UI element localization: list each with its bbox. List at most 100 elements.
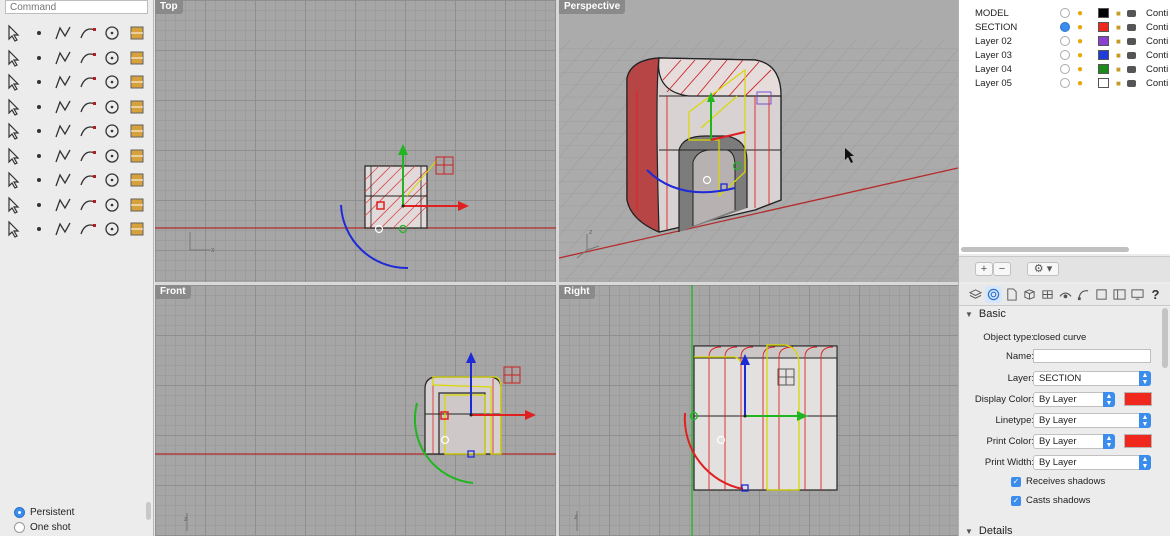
print-icon[interactable] (1127, 23, 1136, 31)
command-input[interactable] (5, 0, 148, 14)
tab-display[interactable] (1129, 286, 1146, 303)
tab-view[interactable] (1093, 286, 1110, 303)
bulb-icon[interactable]: ● (1077, 22, 1083, 33)
mesh-icon[interactable] (3, 194, 25, 216)
cylinder-solid-icon[interactable] (52, 71, 74, 93)
print-icon[interactable] (1127, 51, 1136, 59)
viewport-front[interactable]: z Front (155, 285, 556, 536)
tab-object-properties[interactable] (985, 286, 1002, 303)
fillet-curve-icon[interactable] (52, 47, 74, 69)
trim-icon[interactable] (28, 96, 50, 118)
curve-icon[interactable] (77, 22, 99, 44)
layer-current-radio[interactable] (1060, 22, 1070, 32)
bulb-icon[interactable] (52, 194, 74, 216)
tab-help[interactable]: ? (1147, 286, 1164, 303)
zoom-window-icon[interactable] (28, 169, 50, 191)
freeform-curve-icon[interactable] (77, 47, 99, 69)
layer-color-swatch[interactable] (1098, 78, 1109, 88)
layers-scrollbar[interactable] (961, 247, 1129, 252)
render-icon[interactable] (101, 194, 123, 216)
viewport-title-front[interactable]: Front (155, 285, 191, 299)
tab-mesh[interactable] (1039, 286, 1056, 303)
zoom-selected-icon[interactable] (77, 169, 99, 191)
lock-icon[interactable]: ■ (1116, 65, 1121, 74)
tool-panel-scrollbar[interactable] (146, 502, 151, 520)
layer-edit-icon[interactable] (52, 145, 74, 167)
polyline-icon[interactable] (52, 22, 74, 44)
arc-icon[interactable] (126, 22, 148, 44)
one-shot-option[interactable]: One shot (14, 520, 74, 535)
globe-wire-icon[interactable] (28, 218, 50, 240)
layer-current-radio[interactable] (1060, 78, 1070, 88)
casts-shadows-option[interactable]: ✓ Casts shadows (1011, 495, 1090, 506)
persistent-option[interactable]: Persistent (14, 505, 74, 520)
bulb-icon[interactable]: ● (1077, 50, 1083, 61)
remove-layer-button[interactable]: − (993, 262, 1011, 276)
rectangle-icon[interactable] (3, 47, 25, 69)
one-shot-radio[interactable] (14, 522, 25, 533)
layer-row[interactable]: Layer 03 ● ■ Conti (959, 48, 1170, 62)
layer-color-swatch[interactable] (1098, 64, 1109, 74)
lock-icon[interactable]: ■ (1116, 51, 1121, 60)
grid-array-icon[interactable] (3, 145, 25, 167)
viewport-title-perspective[interactable]: Perspective (559, 0, 626, 14)
blank4-icon[interactable] (126, 218, 148, 240)
sphere-solid-icon[interactable] (28, 71, 50, 93)
point-icon[interactable] (28, 22, 50, 44)
lock-icon[interactable]: ■ (1116, 9, 1121, 18)
print-icon[interactable] (1127, 79, 1136, 87)
layer-row[interactable]: Layer 05 ● ■ Conti (959, 76, 1170, 90)
bucket-icon[interactable] (126, 47, 148, 69)
edit-points-icon[interactable] (101, 47, 123, 69)
display-color-select[interactable]: By Layer ▲ ▼ (1033, 392, 1115, 407)
layer-row[interactable]: Layer 02 ● ■ Conti (959, 34, 1170, 48)
viewport-divider-vertical[interactable] (556, 0, 559, 536)
receives-shadows-option[interactable]: ✓ Receives shadows (1011, 476, 1105, 487)
viewport-title-top[interactable]: Top (155, 0, 183, 14)
tab-document[interactable] (1003, 286, 1020, 303)
rotate-icon[interactable] (101, 96, 123, 118)
blank3-icon[interactable] (101, 218, 123, 240)
globe-icon[interactable] (3, 218, 25, 240)
print-color-select[interactable]: By Layer ▲ ▼ (1033, 434, 1115, 449)
paint-bucket-icon[interactable] (101, 145, 123, 167)
tab-layout[interactable] (1111, 286, 1128, 303)
layer-color-swatch[interactable] (1098, 8, 1109, 18)
add-layer-button[interactable]: + (975, 262, 993, 276)
viewport-perspective[interactable]: z Perspective (559, 0, 958, 282)
shade-icon[interactable] (101, 120, 123, 142)
split-icon[interactable] (3, 96, 25, 118)
lock-icon[interactable]: ■ (1116, 37, 1121, 46)
layer-name[interactable]: MODEL (975, 8, 1009, 19)
globe-shade-icon[interactable] (52, 218, 74, 240)
car-icon[interactable] (101, 169, 123, 191)
checkbox-checked-icon[interactable]: ✓ (1011, 495, 1021, 506)
lock-icon[interactable] (77, 194, 99, 216)
points-cloud-icon[interactable] (77, 96, 99, 118)
section-details-header[interactable]: ▼ Details (959, 526, 1170, 536)
layer-current-radio[interactable] (1060, 50, 1070, 60)
bulb-icon[interactable]: ● (1077, 8, 1083, 19)
lock-icon[interactable]: ■ (1116, 79, 1121, 88)
layer-name[interactable]: Layer 05 (975, 78, 1012, 89)
layer-color-swatch[interactable] (1098, 22, 1109, 32)
viewport-title-right[interactable]: Right (559, 285, 595, 299)
layer-name[interactable]: Layer 04 (975, 64, 1012, 75)
zoom-icon[interactable] (3, 169, 25, 191)
persistent-radio[interactable] (14, 507, 25, 518)
name-field[interactable] (1033, 349, 1151, 363)
layer-row[interactable]: Layer 04 ● ■ Conti (959, 62, 1170, 76)
boolean-icon[interactable] (52, 96, 74, 118)
layer-row[interactable]: MODEL ● ■ Conti (959, 6, 1170, 20)
lock-icon[interactable]: ■ (1116, 23, 1121, 32)
scale-icon[interactable] (28, 120, 50, 142)
layer-gear-button[interactable]: ⚙ ▾ (1027, 262, 1059, 276)
checkbox-checked-icon[interactable]: ✓ (1011, 476, 1021, 487)
zoom-extents-icon[interactable] (52, 169, 74, 191)
bulb-icon[interactable]: ● (1077, 64, 1083, 75)
layer-name[interactable]: Layer 02 (975, 36, 1012, 47)
bulb-icon[interactable]: ● (1077, 36, 1083, 47)
layer-current-radio[interactable] (1060, 64, 1070, 74)
circle-icon[interactable] (101, 22, 123, 44)
flow-icon[interactable] (77, 120, 99, 142)
